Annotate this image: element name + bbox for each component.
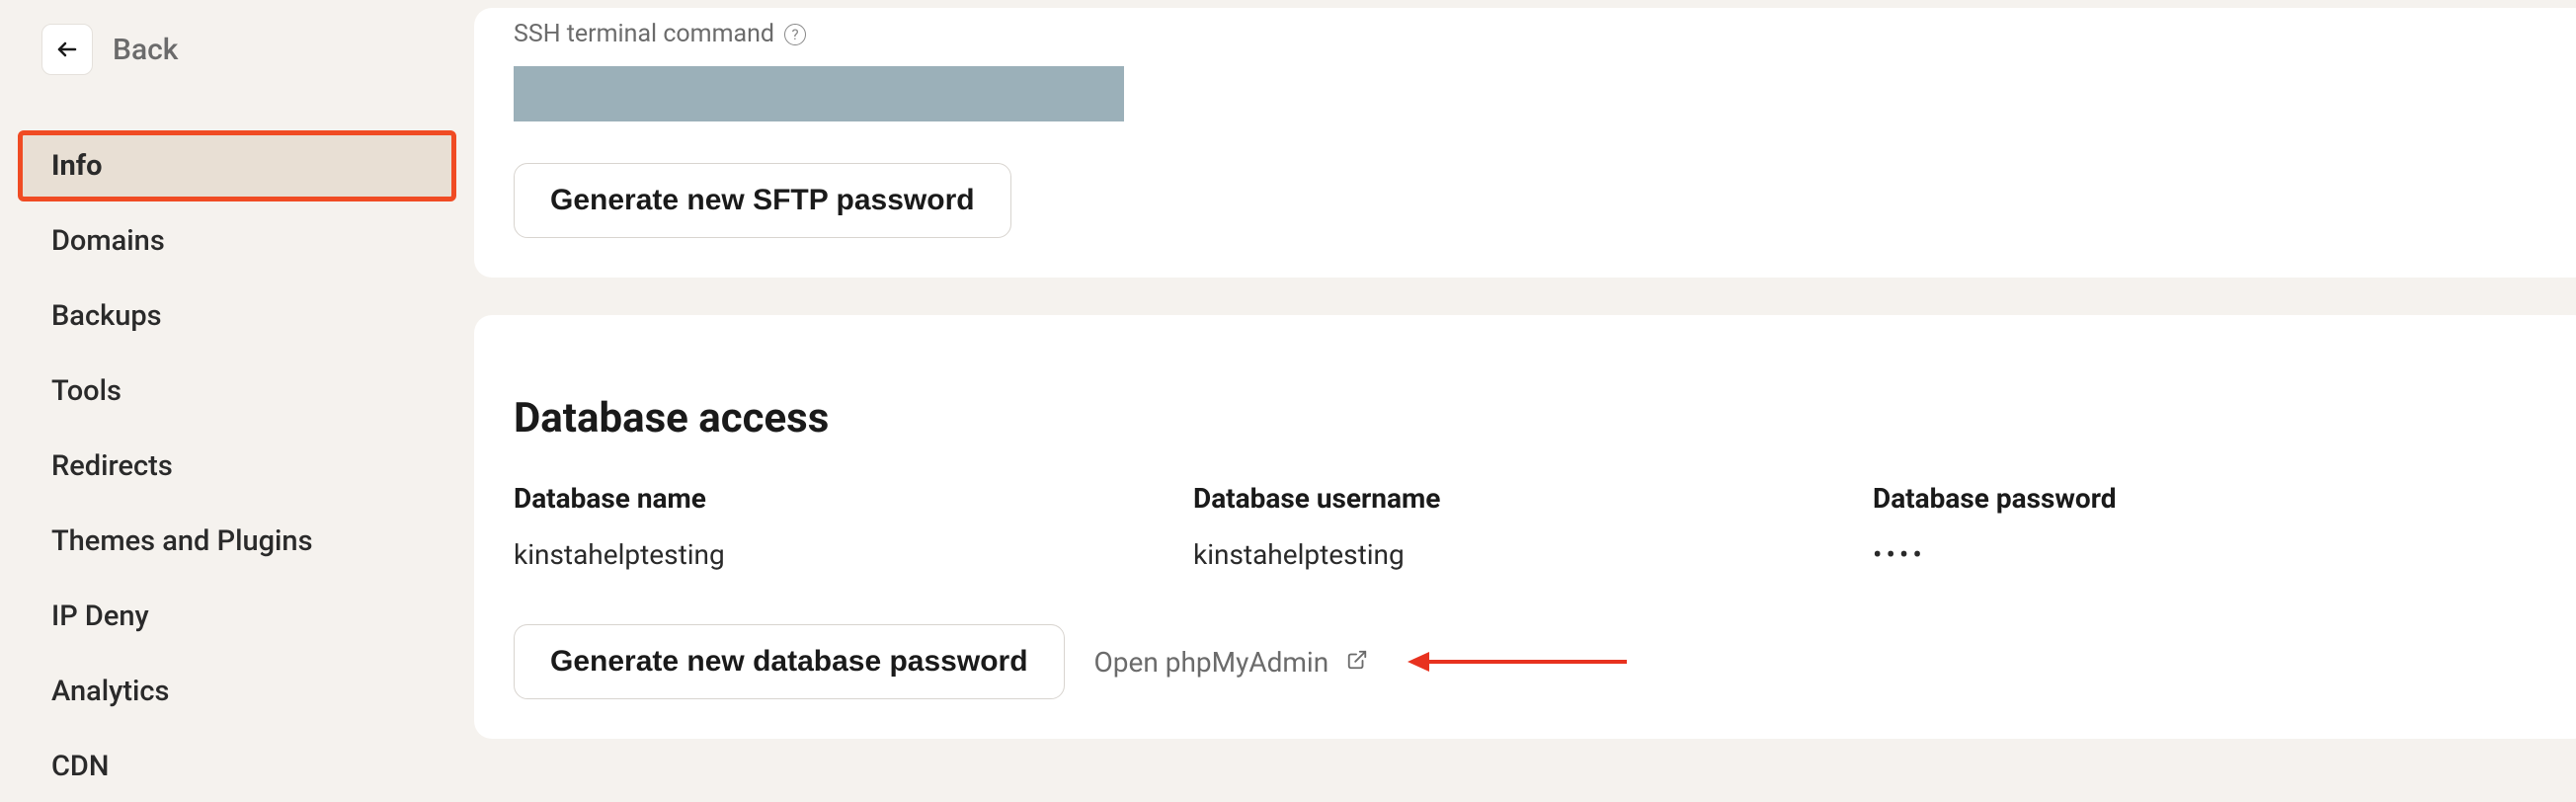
database-password-label: Database password	[1873, 482, 2552, 515]
arrow-head-icon	[1408, 652, 1429, 672]
database-username-value: kinstahelptesting	[1193, 538, 1873, 571]
database-password-value: ••••	[1873, 538, 2552, 571]
sidebar-item-cdn[interactable]: CDN	[18, 731, 456, 802]
sidebar-item-label: Info	[51, 149, 103, 183]
database-info-grid: Database name kinstahelptesting Database…	[514, 482, 2552, 571]
sidebar-item-tools[interactable]: Tools	[18, 356, 456, 427]
ssh-card: SSH terminal command ? Generate new SFTP…	[474, 8, 2576, 278]
sidebar-item-ip-deny[interactable]: IP Deny	[18, 581, 456, 652]
ssh-label: SSH terminal command	[514, 20, 774, 48]
sidebar-item-backups[interactable]: Backups	[18, 281, 456, 352]
sidebar-item-info[interactable]: Info	[18, 130, 456, 201]
generate-sftp-password-button[interactable]: Generate new SFTP password	[514, 163, 1011, 238]
database-name-value: kinstahelptesting	[514, 538, 1193, 571]
sidebar-item-label: Analytics	[51, 675, 169, 708]
database-card: Database access Database name kinstahelp…	[474, 315, 2576, 739]
open-phpmyadmin-label: Open phpMyAdmin	[1094, 646, 1329, 679]
database-password-column: Database password ••••	[1873, 482, 2552, 571]
database-name-column: Database name kinstahelptesting	[514, 482, 1193, 571]
sidebar: Back Info Domains Backups Tools Redirect…	[0, 0, 474, 753]
back-label: Back	[113, 33, 178, 67]
ssh-label-row: SSH terminal command ?	[514, 20, 2552, 48]
sidebar-item-redirects[interactable]: Redirects	[18, 431, 456, 502]
button-label: Generate new SFTP password	[550, 184, 975, 217]
help-icon[interactable]: ?	[784, 24, 806, 45]
sidebar-item-domains[interactable]: Domains	[18, 205, 456, 277]
sidebar-item-label: Backups	[51, 299, 162, 333]
main-content: SSH terminal command ? Generate new SFTP…	[474, 0, 2576, 753]
ssh-command-block[interactable]	[514, 66, 1124, 121]
button-label: Generate new database password	[550, 645, 1028, 679]
database-username-label: Database username	[1193, 482, 1873, 515]
open-phpmyadmin-link[interactable]: Open phpMyAdmin	[1094, 646, 1369, 679]
sidebar-item-label: Themes and Plugins	[51, 524, 313, 558]
back-button[interactable]: Back	[18, 24, 456, 75]
database-section-title: Database access	[514, 394, 2552, 442]
sidebar-item-label: Domains	[51, 224, 165, 258]
database-name-label: Database name	[514, 482, 1193, 515]
database-actions: Generate new database password Open phpM…	[514, 624, 2552, 699]
annotation-arrow	[1408, 652, 1627, 672]
generate-db-password-button[interactable]: Generate new database password	[514, 624, 1065, 699]
external-link-icon	[1346, 649, 1368, 675]
sidebar-item-themes-plugins[interactable]: Themes and Plugins	[18, 506, 456, 577]
sidebar-item-label: IP Deny	[51, 600, 149, 633]
sidebar-item-analytics[interactable]: Analytics	[18, 656, 456, 727]
sidebar-item-label: Redirects	[51, 449, 173, 483]
database-username-column: Database username kinstahelptesting	[1193, 482, 1873, 571]
arrow-line	[1429, 660, 1627, 664]
back-arrow-icon	[41, 24, 93, 75]
sidebar-item-label: Tools	[51, 374, 121, 408]
sidebar-item-label: CDN	[51, 750, 109, 783]
